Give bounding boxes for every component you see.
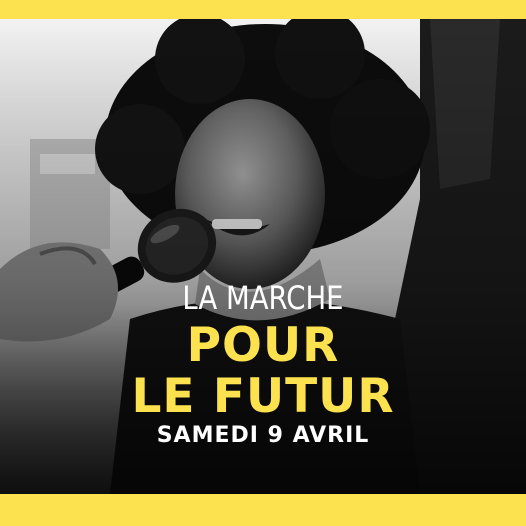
- headline-line-3: LE FUTUR: [131, 369, 395, 424]
- bottom-accent-bar: [0, 494, 526, 526]
- headline-line-2: POUR: [186, 318, 340, 373]
- top-accent-bar: [0, 0, 526, 19]
- headline-line-1: LA MARCHE: [182, 279, 344, 317]
- event-poster: LA MARCHE POUR LE FUTUR SAMEDI 9 AVRIL: [0, 0, 526, 526]
- event-date: SAMEDI 9 AVRIL: [156, 423, 370, 448]
